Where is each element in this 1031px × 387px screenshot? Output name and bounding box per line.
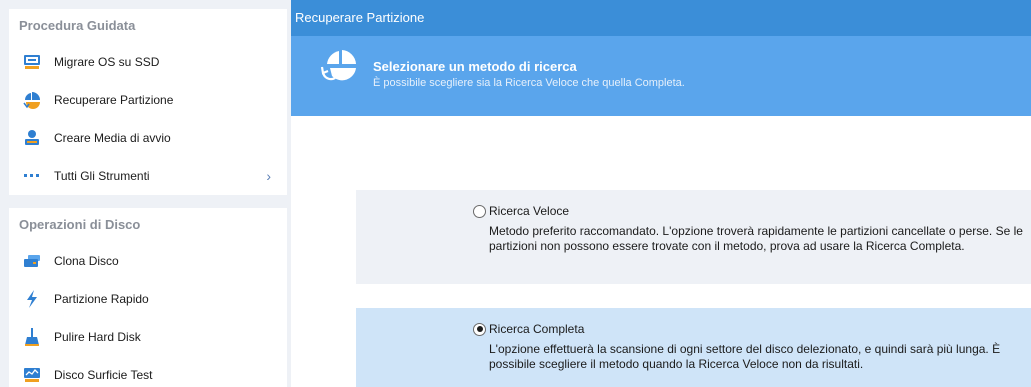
main-panel: Recuperare Partizione Selezionare un met… (291, 0, 1031, 387)
full-search-description: L'opzione effettuerà la scansione di ogn… (489, 342, 1001, 371)
header-banner: Selezionare un metodo di ricerca È possi… (291, 36, 1031, 116)
sidebar-item-label: Disco Surficie Test (54, 368, 153, 382)
disk-operations-section-title: Operazioni di Disco (19, 217, 141, 232)
sidebar-item-label: Creare Media di avvio (54, 131, 171, 145)
more-dots-icon (23, 167, 41, 185)
bootable-media-icon (23, 129, 41, 147)
broom-icon (23, 328, 41, 346)
lightning-icon (23, 290, 41, 308)
quick-search-radio[interactable] (473, 204, 486, 218)
chevron-right-icon: › (266, 168, 271, 184)
sidebar-item-clone-disk[interactable]: Clona Disco (9, 242, 287, 280)
wizard-panel: Procedura Guidata Migrare OS su SSD Recu… (9, 9, 287, 195)
partition-recovery-icon (320, 46, 360, 86)
sidebar-item-bootable-media[interactable]: Creare Media di avvio (9, 119, 287, 157)
full-search-label: Ricerca Completa (489, 322, 585, 336)
partition-recovery-icon (23, 91, 41, 109)
quick-search-label: Ricerca Veloce (489, 204, 570, 218)
sidebar-item-label: Pulire Hard Disk (54, 330, 141, 344)
sidebar-item-quick-partition[interactable]: Partizione Rapido (9, 280, 287, 318)
migrate-os-icon (23, 53, 41, 71)
window-title: Recuperare Partizione (291, 0, 1031, 36)
quick-search-option[interactable]: Ricerca Veloce Metodo preferito raccoman… (356, 190, 1031, 284)
quick-search-description: Metodo preferito raccomandato. L'opzione… (489, 224, 1023, 253)
sidebar-item-wipe-disk[interactable]: Pulire Hard Disk (9, 318, 287, 356)
sidebar-item-recover-partition[interactable]: Recuperare Partizione (9, 81, 287, 119)
clone-disk-icon (23, 252, 41, 270)
sidebar-item-label: Clona Disco (54, 254, 119, 268)
banner-title: Selezionare un metodo di ricerca (373, 59, 577, 74)
wizard-section-title: Procedura Guidata (19, 18, 136, 33)
sidebar-item-label: Recuperare Partizione (54, 93, 174, 107)
full-search-radio[interactable] (473, 322, 486, 336)
surface-test-icon (23, 366, 41, 384)
sidebar: Procedura Guidata Migrare OS su SSD Recu… (0, 0, 291, 387)
banner-subtitle: È possibile scegliere sia la Ricerca Vel… (373, 77, 685, 89)
sidebar-item-all-tools[interactable]: Tutti Gli Strumenti › (9, 157, 287, 195)
full-search-option[interactable]: Ricerca Completa L'opzione effettuerà la… (356, 308, 1031, 387)
sidebar-item-surface-test[interactable]: Disco Surficie Test (9, 356, 287, 387)
sidebar-item-migrate-os[interactable]: Migrare OS su SSD (9, 43, 287, 81)
disk-operations-panel: Operazioni di Disco Clona Disco Partizio… (9, 208, 287, 387)
sidebar-item-label: Tutti Gli Strumenti (54, 169, 150, 183)
sidebar-item-label: Migrare OS su SSD (54, 55, 160, 69)
quick-search-radio-row[interactable]: Ricerca Veloce (473, 204, 1031, 218)
full-search-radio-row[interactable]: Ricerca Completa (473, 322, 1031, 336)
sidebar-item-label: Partizione Rapido (54, 292, 149, 306)
